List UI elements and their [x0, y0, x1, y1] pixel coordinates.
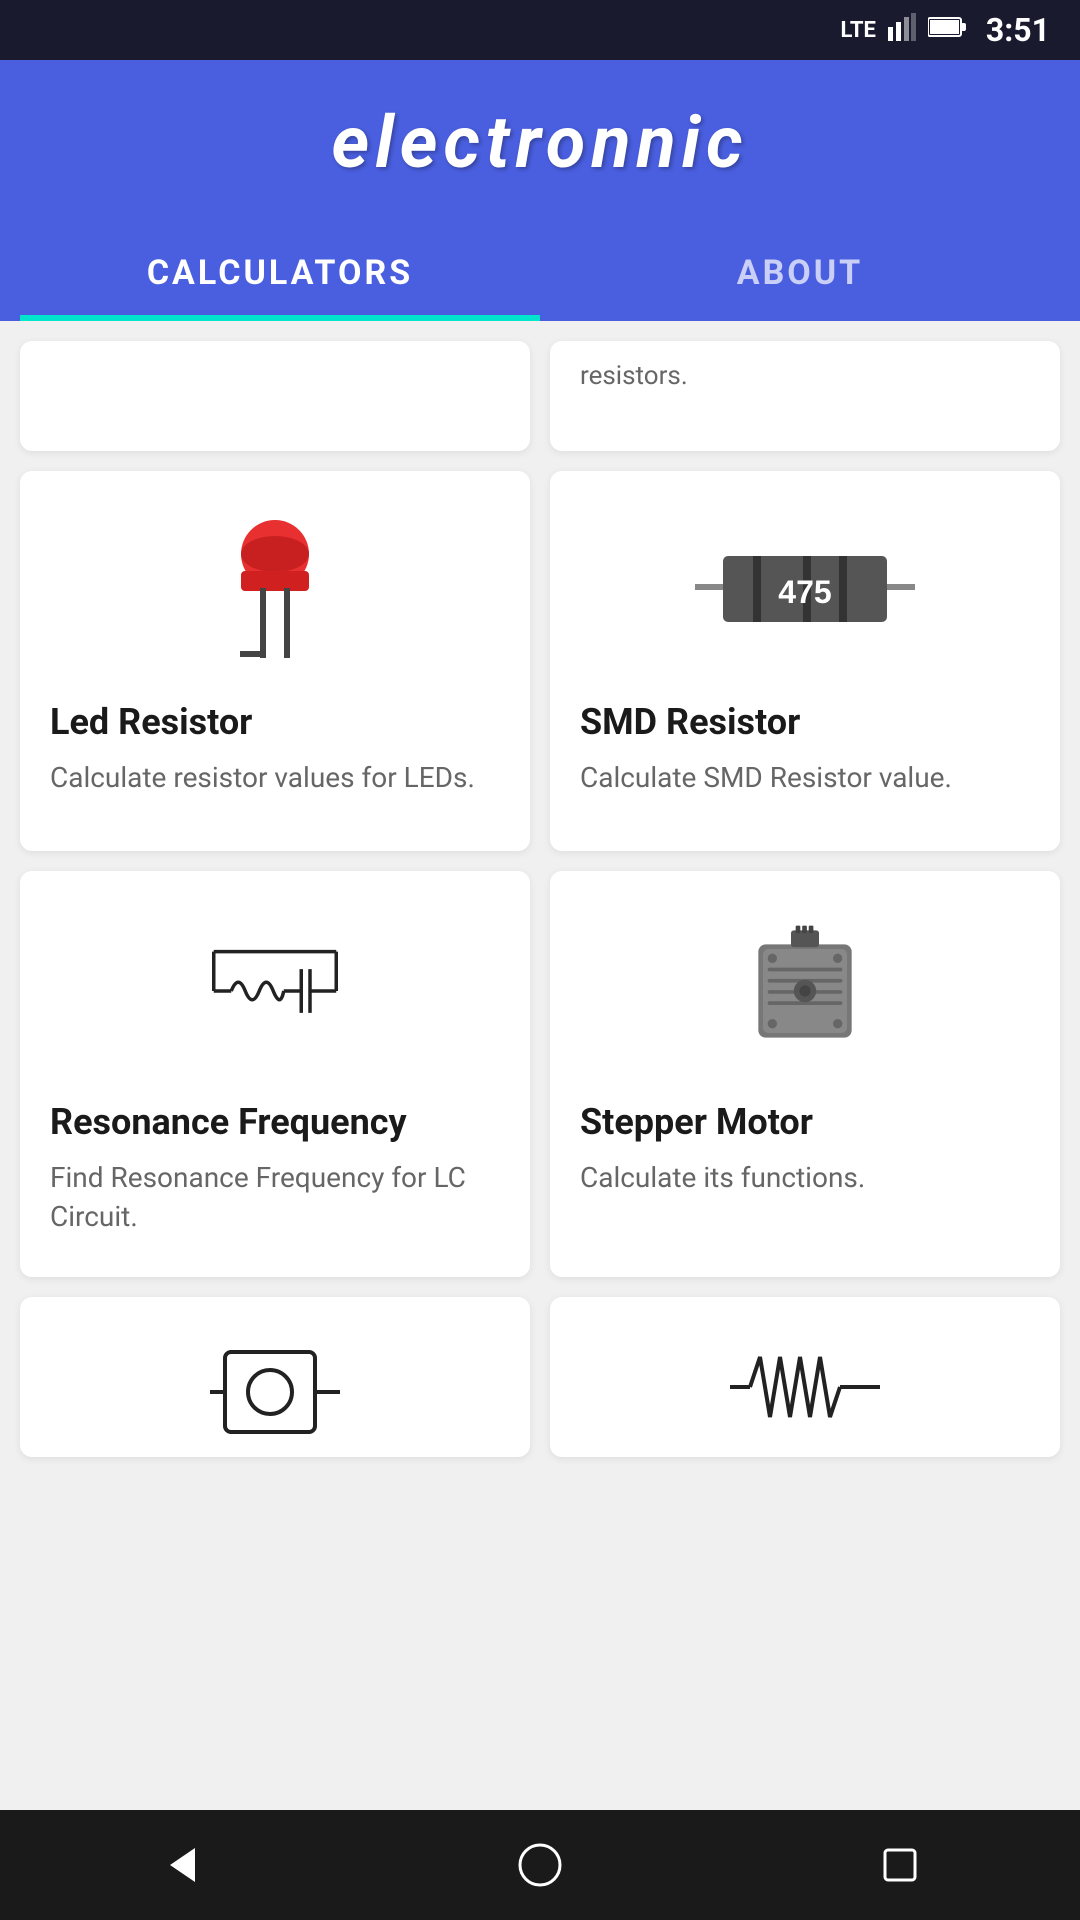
- led-resistor-title: Led Resistor: [50, 701, 252, 744]
- smd-resistor-title: SMD Resistor: [580, 701, 800, 744]
- lte-icon: LTE: [840, 18, 875, 43]
- stepper-motor-desc: Calculate its functions.: [580, 1158, 865, 1197]
- time-display: 3:51: [986, 11, 1050, 49]
- battery-icon: [928, 16, 966, 44]
- bottom-left-card[interactable]: [20, 1297, 530, 1457]
- led-resistor-icon: [50, 511, 500, 671]
- tab-calculators[interactable]: CALCULATORS: [20, 225, 540, 321]
- back-button[interactable]: [140, 1825, 220, 1905]
- zigzag-resistor-icon: [580, 1337, 1030, 1437]
- status-bar: LTE 3:51: [0, 0, 1080, 60]
- svg-text:475: 475: [778, 574, 831, 610]
- resonance-frequency-title: Resonance Frequency: [50, 1101, 407, 1144]
- partial-card-left[interactable]: [20, 341, 530, 451]
- resonance-frequency-card[interactable]: Resonance Frequency Find Resonance Frequ…: [20, 871, 530, 1277]
- app-title: electronnic: [332, 100, 749, 185]
- bottom-right-card[interactable]: [550, 1297, 1060, 1457]
- status-icons: LTE 3:51: [840, 11, 1050, 49]
- content-area: resistors. Led Re: [0, 321, 1080, 1477]
- partial-right-text: resistors.: [580, 361, 688, 391]
- led-resistor-desc: Calculate resistor values for LEDs.: [50, 758, 475, 797]
- led-resistor-card[interactable]: Led Resistor Calculate resistor values f…: [20, 471, 530, 851]
- partial-card-right[interactable]: resistors.: [550, 341, 1060, 451]
- header: electronnic CALCULATORS ABOUT: [0, 60, 1080, 321]
- partial-cards-row: resistors.: [20, 341, 1060, 451]
- capacitor-icon: [50, 1337, 500, 1447]
- resonance-frequency-desc: Find Resonance Frequency for LC Circuit.: [50, 1158, 500, 1236]
- tabs: CALCULATORS ABOUT: [20, 225, 1060, 321]
- navigation-bar: [0, 1810, 1080, 1920]
- signal-icon: [888, 13, 916, 47]
- recent-button[interactable]: [860, 1825, 940, 1905]
- calculator-grid: Led Resistor Calculate resistor values f…: [20, 471, 1060, 1457]
- resonance-icon: [50, 911, 500, 1071]
- smd-resistor-card[interactable]: 475 SMD Resistor Calculate SMD Resistor …: [550, 471, 1060, 851]
- smd-resistor-desc: Calculate SMD Resistor value.: [580, 758, 952, 797]
- tab-about[interactable]: ABOUT: [540, 225, 1060, 321]
- smd-resistor-icon: 475: [580, 511, 1030, 671]
- stepper-motor-title: Stepper Motor: [580, 1101, 813, 1144]
- stepper-motor-card[interactable]: Stepper Motor Calculate its functions.: [550, 871, 1060, 1277]
- home-button[interactable]: [500, 1825, 580, 1905]
- stepper-icon: [580, 911, 1030, 1071]
